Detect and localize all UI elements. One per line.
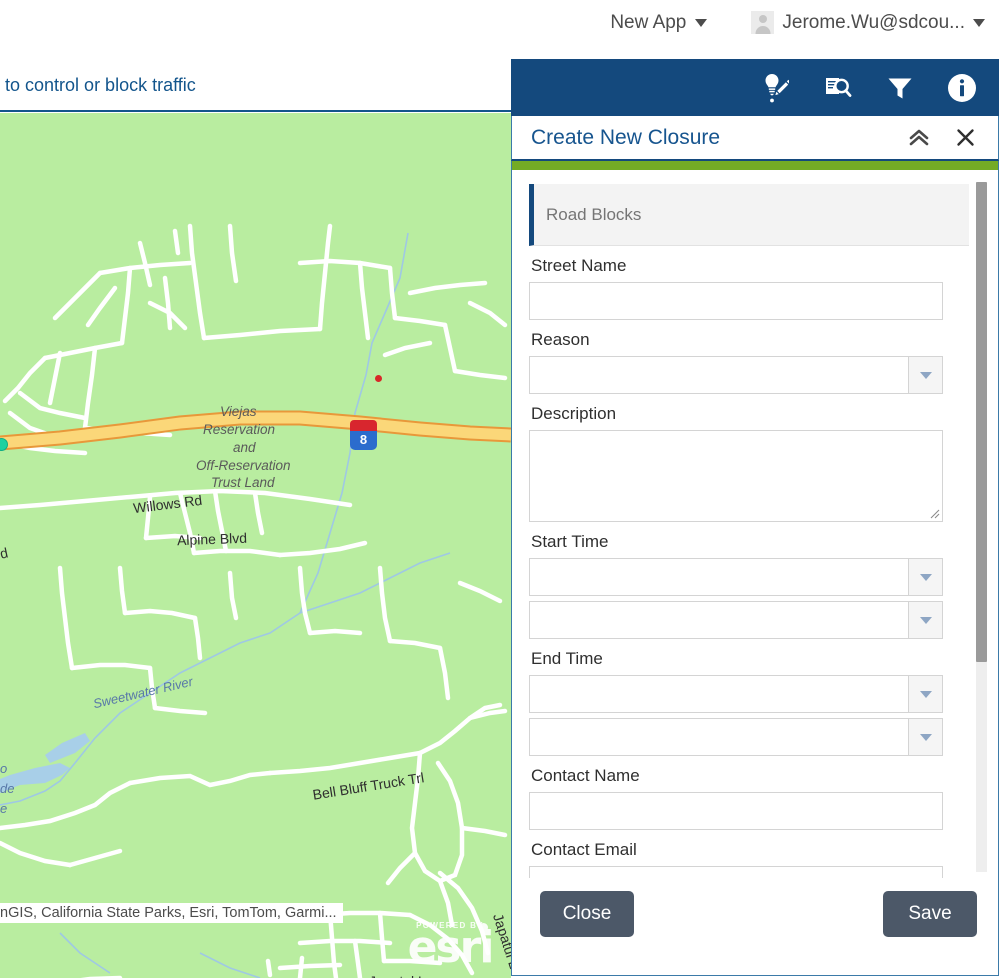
chevron-down-icon — [919, 573, 932, 581]
top-bar: New App Jerome.Wu@sdcou... — [0, 0, 999, 45]
start-date-dropdown-button[interactable] — [908, 558, 943, 596]
street-name-input[interactable] — [529, 282, 943, 320]
panel-title: Create New Closure — [531, 125, 721, 149]
reason-dropdown-button[interactable] — [908, 356, 943, 394]
filter-icon[interactable] — [884, 72, 916, 104]
contact-email-label: Contact Email — [531, 840, 637, 859]
start-date-combo[interactable] — [529, 558, 943, 596]
chevron-down-icon — [919, 733, 932, 741]
app-root: New App Jerome.Wu@sdcou... o to control … — [0, 0, 999, 978]
start-date-input[interactable] — [529, 558, 908, 596]
user-avatar-icon — [751, 11, 775, 34]
user-menu-button[interactable]: Jerome.Wu@sdcou... — [751, 11, 985, 34]
map-attribution: nGIS, California State Parks, Esri, TomT… — [0, 903, 343, 923]
form-scroll-area[interactable]: Road Blocks Street Name Reason Descripti… — [511, 170, 999, 878]
form-scrollbar[interactable] — [976, 182, 987, 872]
reason-input[interactable] — [529, 356, 908, 394]
end-date-combo[interactable] — [529, 675, 943, 713]
chevron-down-icon — [919, 616, 932, 624]
close-icon[interactable] — [950, 123, 980, 153]
accent-bar — [511, 161, 999, 170]
left-header-text: o to control or block traffic — [0, 75, 196, 95]
panel-footer: Close Save — [511, 878, 999, 976]
smart-editor-icon[interactable] — [760, 72, 792, 104]
end-hour-input[interactable] — [529, 718, 908, 756]
start-hour-dropdown-button[interactable] — [908, 601, 943, 639]
street-name-label: Street Name — [531, 256, 627, 275]
reason-label: Reason — [531, 330, 590, 349]
map-canvas[interactable]: Viejas Reservation and Off-Reservation T… — [0, 113, 511, 978]
closure-panel: Create New Closure Road Blocks Street Na… — [511, 59, 999, 978]
description-textarea[interactable] — [529, 430, 943, 522]
panel-toolbar — [511, 59, 999, 116]
contact-name-label: Contact Name — [531, 766, 640, 785]
chevron-down-icon — [919, 371, 932, 379]
app-menu-button[interactable]: New App — [610, 11, 708, 34]
form-section-header: Road Blocks — [529, 184, 969, 246]
contact-email-input[interactable] — [529, 866, 943, 878]
start-hour-combo[interactable] — [529, 601, 943, 639]
chevron-down-icon — [973, 18, 985, 27]
map-vectors — [0, 223, 511, 978]
end-date-dropdown-button[interactable] — [908, 675, 943, 713]
end-date-input[interactable] — [529, 675, 908, 713]
chevron-double-up-icon[interactable] — [904, 123, 934, 153]
description-label: Description — [531, 404, 617, 423]
end-hour-dropdown-button[interactable] — [908, 718, 943, 756]
end-time-label: End Time — [531, 649, 603, 668]
info-icon[interactable] — [946, 72, 978, 104]
closure-marker-red[interactable] — [375, 375, 382, 382]
start-hour-input[interactable] — [529, 601, 908, 639]
attribute-search-icon[interactable] — [822, 72, 854, 104]
contact-name-input[interactable] — [529, 792, 943, 830]
user-name-label: Jerome.Wu@sdcou... — [782, 11, 965, 33]
end-hour-combo[interactable] — [529, 718, 943, 756]
closure-form: Road Blocks Street Name Reason Descripti… — [529, 184, 969, 878]
form-section-title: Road Blocks — [546, 204, 642, 224]
close-button[interactable]: Close — [540, 891, 634, 937]
app-menu-label: New App — [610, 11, 687, 33]
description-wrapper — [529, 430, 943, 522]
highway-shield-number: 8 — [350, 431, 377, 450]
esri-logo-dot — [479, 922, 488, 932]
reason-combo[interactable] — [529, 356, 943, 394]
form-scrollbar-thumb[interactable] — [976, 182, 987, 662]
panel-title-bar: Create New Closure — [511, 116, 999, 161]
chevron-down-icon — [695, 18, 708, 27]
esri-logo: POWERED BY esri — [395, 921, 505, 973]
save-button[interactable]: Save — [883, 891, 977, 937]
highway-shield-icon: 8 — [350, 420, 377, 450]
esri-wordmark: esri — [407, 921, 495, 973]
left-header-strip: o to control or block traffic — [0, 61, 511, 112]
start-time-label: Start Time — [531, 532, 609, 551]
chevron-down-icon — [919, 690, 932, 698]
